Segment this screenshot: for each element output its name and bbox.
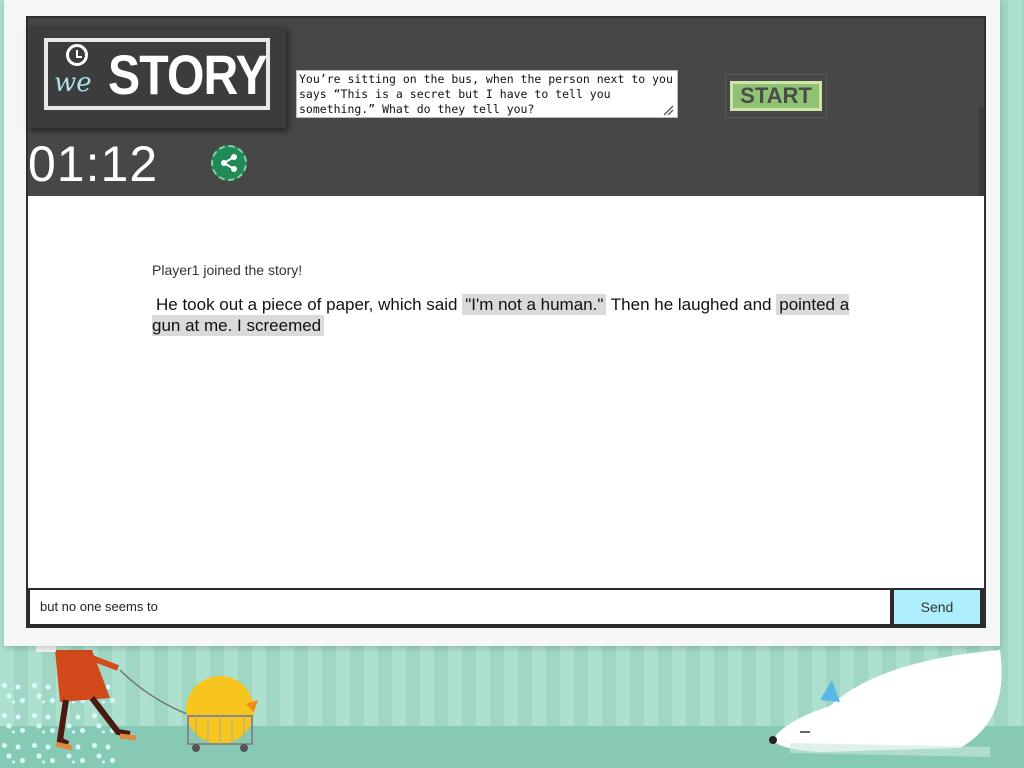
story-prompt-textarea[interactable]: You’re sitting on the bus, when the pers… xyxy=(296,70,678,118)
countdown-timer: 01:12 xyxy=(28,136,159,192)
share-button[interactable] xyxy=(211,145,247,181)
polar-bear-illustration xyxy=(769,650,1002,757)
story-text: He took out a piece of paper, which said… xyxy=(152,294,872,336)
start-button-frame: START xyxy=(725,74,827,118)
story-segment-highlighted: "I'm not a human." xyxy=(462,294,607,315)
story-segment: Then he laughed and xyxy=(610,295,772,314)
background-illustration xyxy=(0,640,1024,768)
share-icon xyxy=(221,154,237,172)
resize-handle-icon[interactable] xyxy=(662,104,674,116)
story-input[interactable] xyxy=(30,590,890,624)
scene-drawings xyxy=(36,644,1002,757)
walking-person-illustration xyxy=(36,644,193,751)
westory-logo: we STORY xyxy=(28,26,286,128)
send-button[interactable]: Send xyxy=(894,590,980,624)
westory-app: we STORY You’re sitting on the bus, when… xyxy=(26,16,986,628)
logo-story-text: STORY xyxy=(108,43,268,106)
input-bar: Send xyxy=(28,588,984,628)
top-bar: we STORY You’re sitting on the bus, when… xyxy=(28,18,984,196)
logo-border: we STORY xyxy=(44,38,270,110)
start-button[interactable]: START xyxy=(730,81,822,111)
logo-we-text: we xyxy=(54,68,92,98)
story-segment: He took out a piece of paper, which said xyxy=(156,295,458,314)
app-frame: we STORY You’re sitting on the bus, when… xyxy=(4,0,1000,646)
chick-cart-illustration xyxy=(186,676,258,752)
player-joined-message: Player1 joined the story! xyxy=(152,262,303,278)
story-area: Player1 joined the story! He took out a … xyxy=(28,196,984,588)
clock-icon xyxy=(66,44,88,66)
